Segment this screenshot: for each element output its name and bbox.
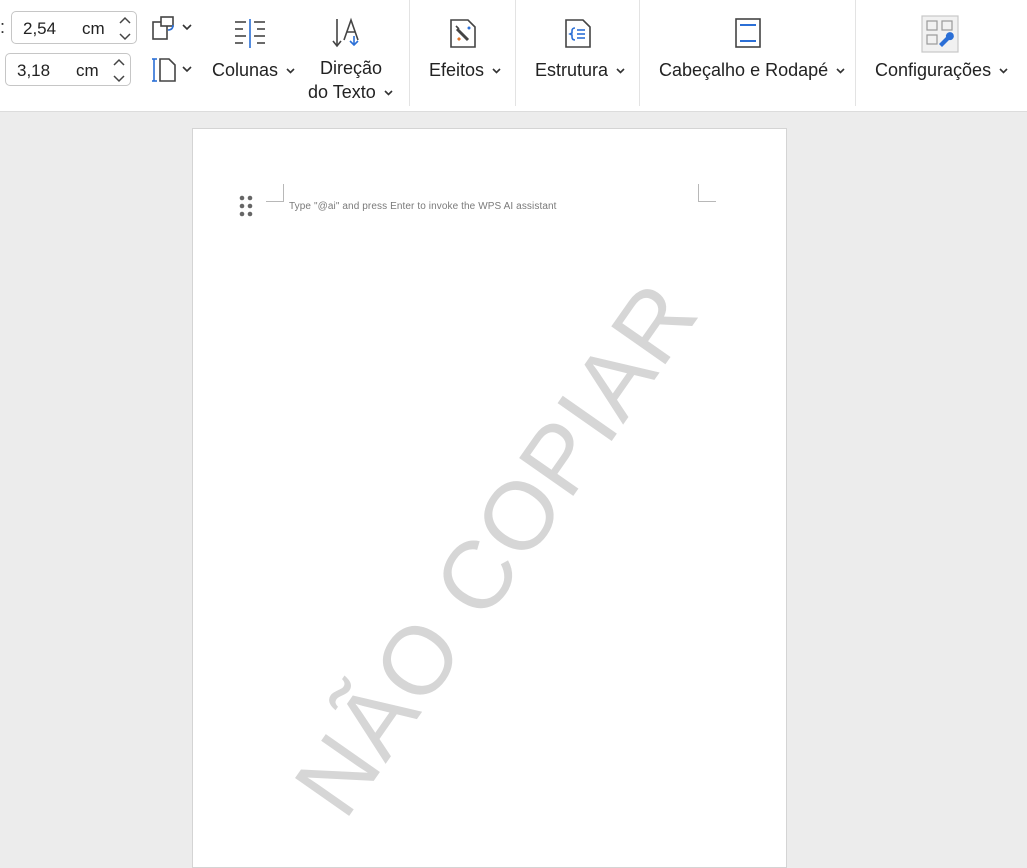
- ribbon-separator: [639, 0, 640, 106]
- left-margin-value[interactable]: 3,18: [17, 61, 50, 81]
- header-footer-button[interactable]: Cabeçalho e Rodapé: [650, 0, 846, 106]
- top-margin-value[interactable]: 2,54: [23, 19, 56, 39]
- page-size-button[interactable]: [151, 56, 195, 89]
- ribbon-separator: [515, 0, 516, 106]
- ribbon-toolbar: : 2,54 cm 3,18 cm Colunas Direção do Tex…: [0, 0, 1027, 112]
- header-footer-icon: [735, 18, 761, 48]
- ribbon-separator: [409, 0, 410, 106]
- structure-label: Estrutura: [535, 60, 609, 80]
- chevron-down-icon: [836, 68, 845, 74]
- orientation-button[interactable]: [151, 14, 195, 47]
- page-size-icon: [152, 58, 192, 82]
- chevron-down-icon: [999, 68, 1008, 74]
- effects-label: Efeitos: [429, 60, 485, 80]
- margin-label-fragment: :: [0, 17, 6, 37]
- chevron-down-icon: [616, 68, 625, 74]
- effects-button[interactable]: Efeitos: [420, 0, 506, 106]
- orientation-icon: [152, 16, 192, 40]
- spinner-arrows-icon[interactable]: [118, 13, 132, 43]
- chevron-down-icon: [286, 68, 295, 74]
- text-direction-label-line2: do Texto: [308, 82, 376, 102]
- chevron-down-icon: [492, 68, 501, 74]
- chevron-down-icon: [384, 90, 393, 96]
- left-margin-unit: cm: [76, 61, 99, 80]
- columns-label: Colunas: [212, 60, 279, 80]
- structure-button[interactable]: Estrutura: [528, 0, 628, 106]
- spinner-arrows-icon[interactable]: [112, 55, 126, 85]
- top-margin-unit: cm: [82, 19, 105, 38]
- settings-button[interactable]: Configurações: [866, 0, 1016, 106]
- watermark-layer: NÃO COPIAR: [193, 129, 786, 867]
- top-margin-spinner[interactable]: 2,54 cm: [11, 11, 137, 44]
- document-page[interactable]: Type "@ai" and press Enter to invoke the…: [192, 128, 787, 868]
- columns-button[interactable]: Colunas: [210, 0, 295, 106]
- header-footer-label: Cabeçalho e Rodapé: [659, 60, 829, 80]
- text-direction-icon: [332, 17, 359, 48]
- effects-icon: [450, 19, 476, 48]
- left-margin-spinner[interactable]: 3,18 cm: [5, 53, 131, 86]
- watermark-text: NÃO COPIAR: [274, 262, 720, 835]
- text-direction-button[interactable]: Direção do Texto: [303, 0, 399, 106]
- columns-icon: [235, 19, 265, 48]
- structure-icon: [565, 19, 591, 48]
- ribbon-separator: [855, 0, 856, 106]
- text-direction-label-line1: Direção: [320, 58, 383, 78]
- settings-label: Configurações: [875, 60, 992, 80]
- settings-icon: [921, 15, 959, 53]
